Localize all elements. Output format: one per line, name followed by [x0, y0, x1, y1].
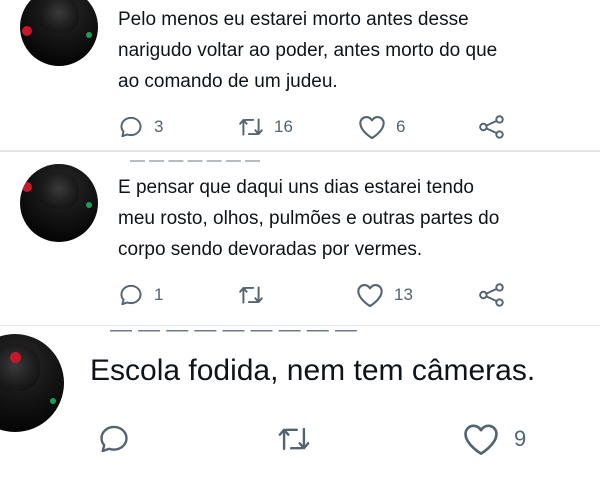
like-button[interactable]: 13 [356, 282, 413, 308]
retweet-icon [239, 118, 263, 136]
tweet-text: Pelo menos eu estarei morto antes desse … [118, 9, 498, 92]
reply-count: 3 [154, 117, 164, 136]
avatar[interactable] [20, 164, 98, 242]
heart-icon [359, 116, 385, 140]
retweet-button[interactable]: 16 [238, 114, 293, 140]
user-handle-partial: — — — — — — — [130, 151, 261, 169]
heart-icon [357, 284, 383, 308]
retweet-button[interactable] [276, 422, 322, 456]
like-button[interactable]: 9 [462, 422, 526, 456]
tweet-card[interactable]: — — — — — — — E pensar que daqui uns dia… [0, 150, 600, 327]
reply-icon [120, 284, 142, 306]
tweet-actions: 3 16 6 [0, 106, 600, 146]
tweet-actions: 9 [0, 416, 600, 461]
retweet-button[interactable] [238, 282, 274, 308]
reply-button[interactable] [96, 422, 142, 456]
reply-count: 1 [154, 285, 164, 304]
share-icon [479, 115, 504, 139]
tweet-actions: 1 13 [0, 274, 600, 314]
like-count: 13 [394, 285, 413, 304]
reply-button[interactable]: 1 [118, 282, 163, 308]
share-button[interactable] [478, 282, 506, 308]
like-count: 9 [514, 426, 527, 451]
reply-icon [120, 116, 142, 138]
like-count: 6 [396, 117, 406, 136]
retweet-icon [278, 427, 310, 451]
retweet-icon [239, 286, 263, 304]
tweet-card[interactable]: Pelo menos eu estarei morto antes desse … [0, 0, 600, 150]
share-button[interactable] [478, 114, 506, 140]
retweet-count: 16 [274, 117, 293, 136]
like-button[interactable]: 6 [358, 114, 405, 140]
user-handle-partial: — — — — — — — — — [110, 325, 357, 342]
reply-button[interactable]: 3 [118, 114, 163, 140]
heart-icon [464, 424, 498, 455]
tweet-card[interactable]: — — — — — — — — — Escola fodida, nem tem… [0, 325, 600, 501]
reply-icon [100, 425, 128, 453]
avatar[interactable] [20, 0, 98, 66]
tweet-text: E pensar que daqui uns dias estarei tend… [118, 177, 500, 260]
share-icon [479, 283, 504, 307]
tweet-text: Escola fodida, nem tem câmeras. [90, 354, 536, 387]
